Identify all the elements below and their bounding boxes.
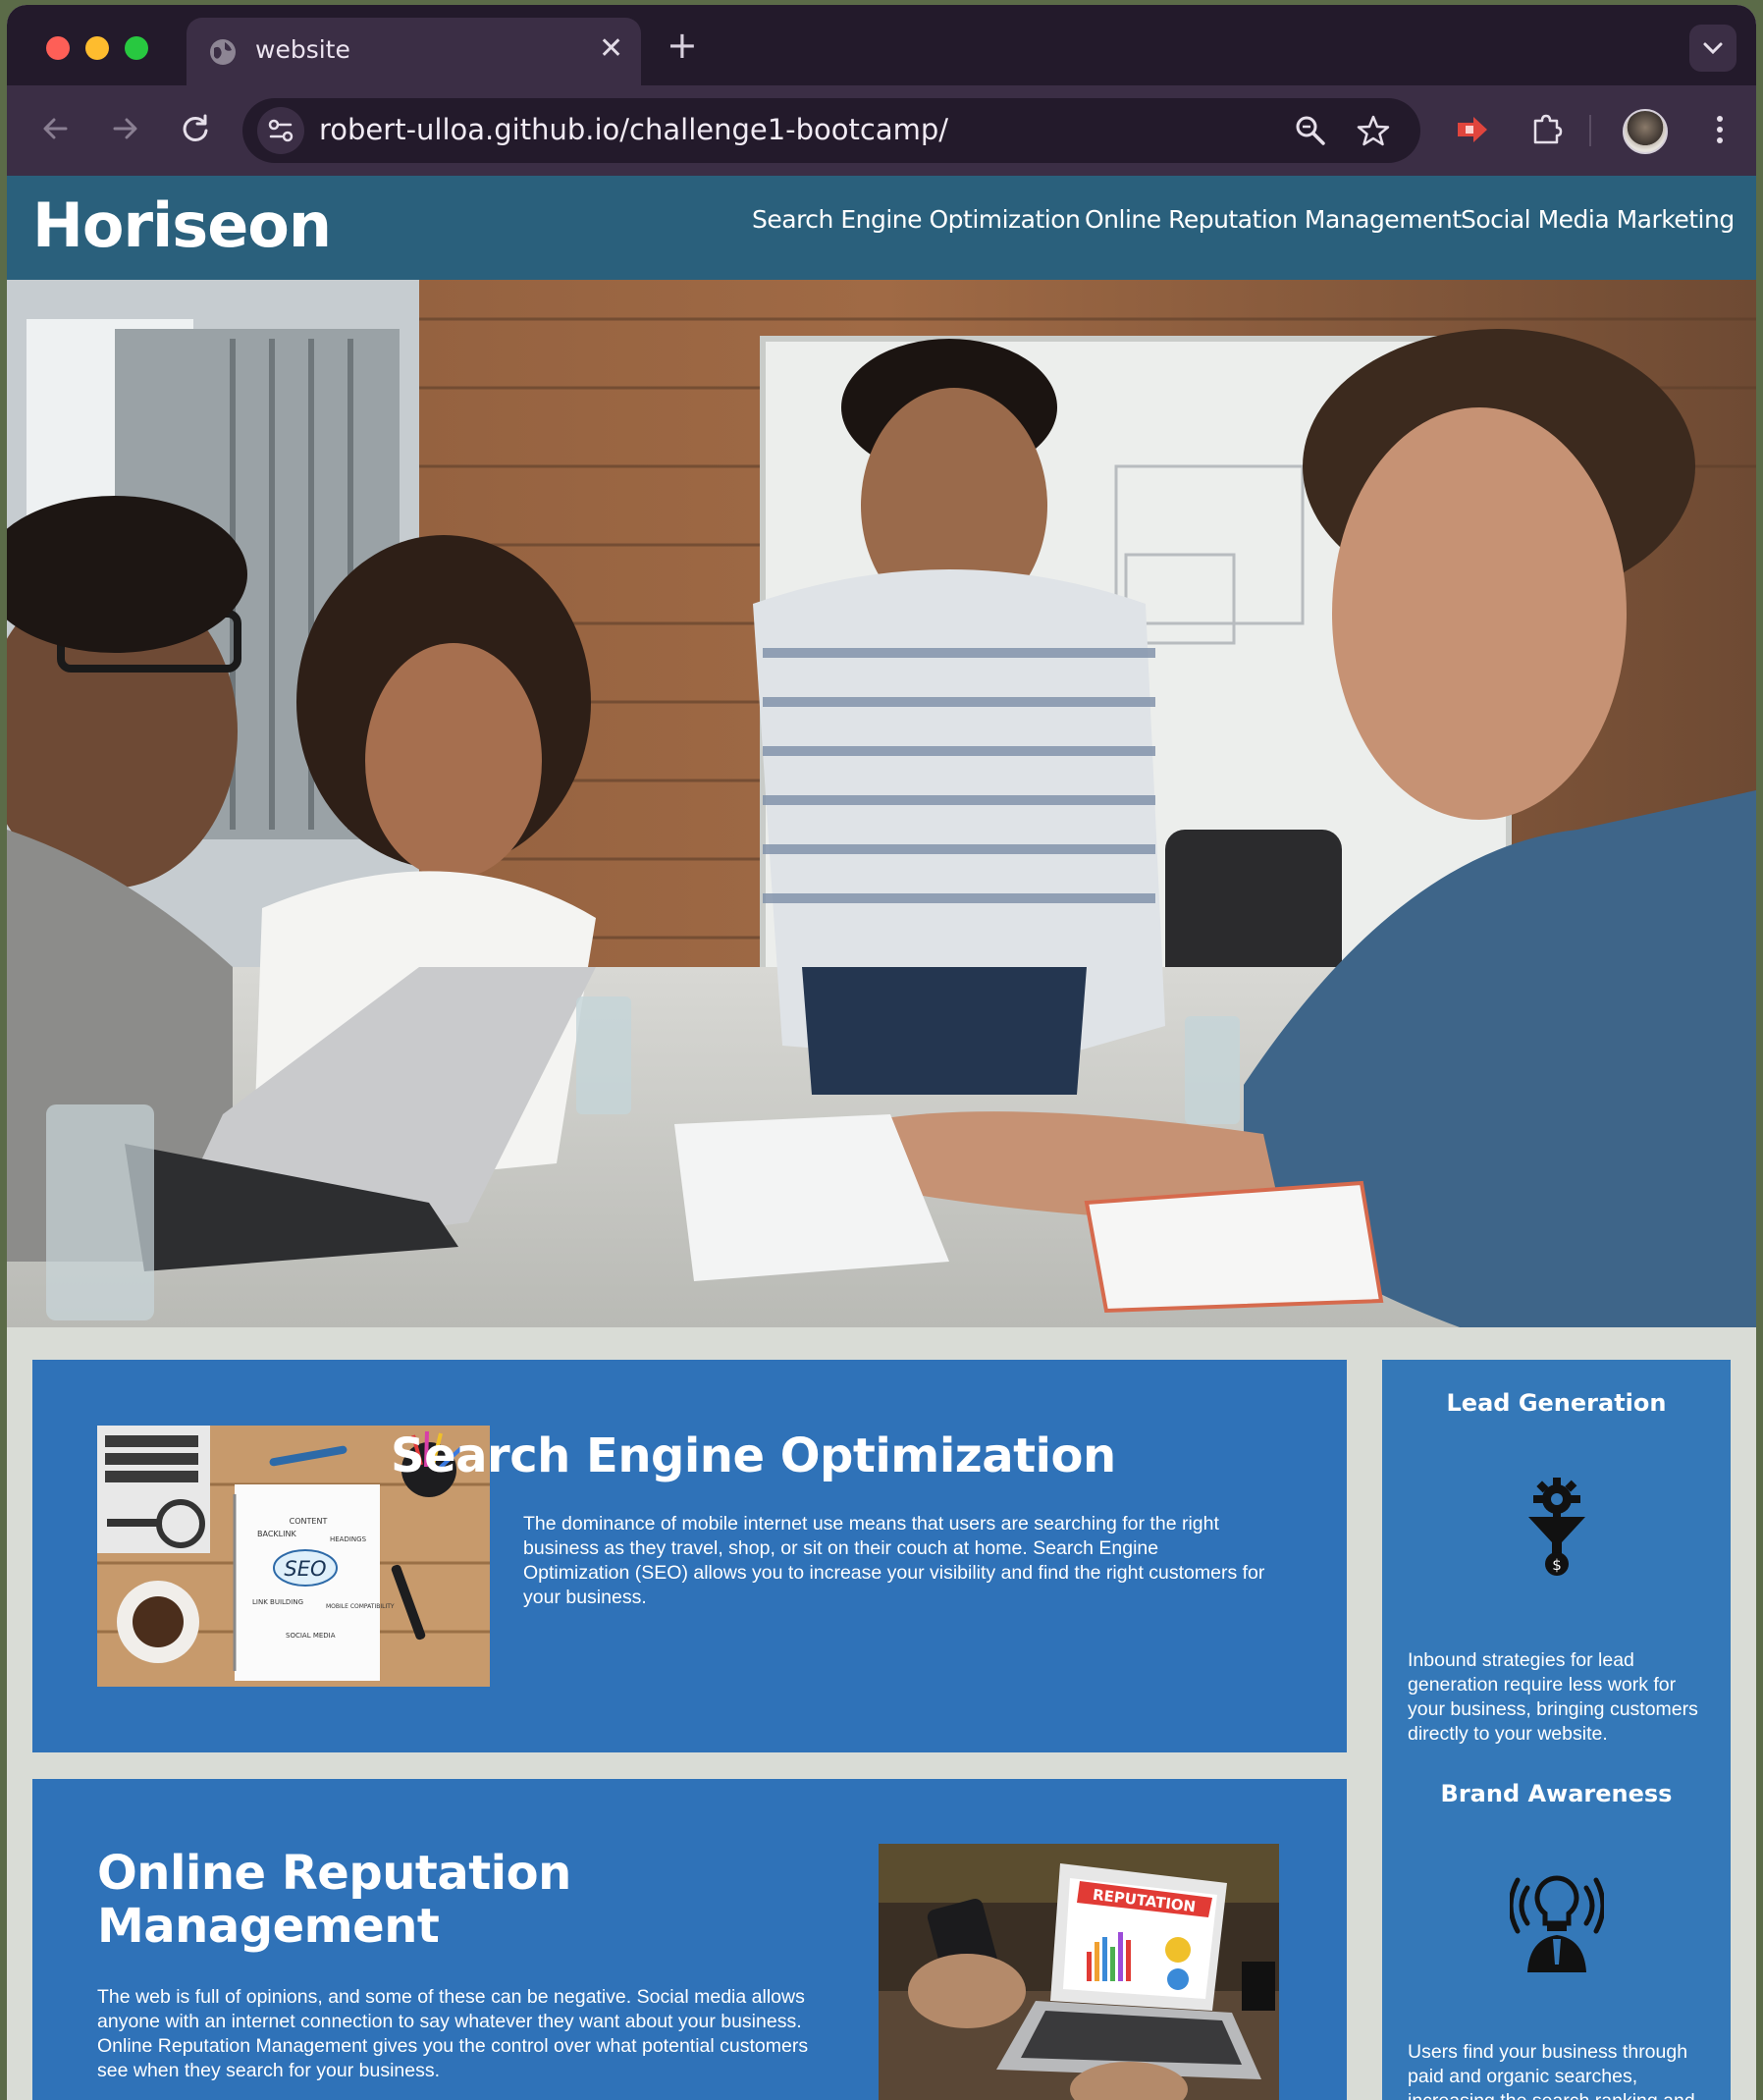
orm-title-line2: Management [97,1899,440,1954]
lead-generation-title: Lead Generation [1446,1389,1667,1417]
browser-window: website ✕ + robert-ulloa.github.io/chall… [7,5,1756,2100]
url-text[interactable]: robert-ulloa.github.io/challenge1-bootca… [319,113,948,146]
tab-bar: website ✕ + [7,5,1756,85]
back-icon[interactable] [36,109,76,148]
seo-img-word: BACKLINK [257,1530,296,1538]
site-logo[interactable]: Horiseon [32,189,332,261]
browser-toolbar: robert-ulloa.github.io/challenge1-bootca… [7,85,1756,176]
toolbar-divider [1589,115,1591,146]
seo-section: CONTENT BACKLINK HEADINGS SEO LINK BUILD… [32,1360,1347,1752]
svg-text:$: $ [1552,1556,1562,1574]
site-info-icon[interactable] [257,107,304,154]
seo-img-word: MOBILE COMPATIBILITY [326,1603,395,1610]
profile-avatar[interactable] [1623,109,1668,154]
forward-icon[interactable] [105,109,144,148]
orm-body: The web is full of opinions, and some of… [97,1986,809,2081]
sidebar: Lead Generation $ Inbound strategies for… [1382,1360,1731,2100]
hero-image [7,280,1756,1327]
seo-img-word: CONTENT [290,1517,328,1526]
new-tab-button[interactable]: + [667,27,698,64]
address-bar[interactable]: robert-ulloa.github.io/challenge1-bootca… [242,98,1420,163]
extensions-puzzle-icon[interactable] [1527,111,1565,148]
seo-img-word: HEADINGS [330,1535,367,1543]
seo-img-word: SEO [284,1557,326,1581]
tab-close-icon[interactable]: ✕ [599,31,623,66]
close-window-button[interactable] [46,36,70,60]
globe-icon [210,39,236,65]
orm-title-line1: Online Reputation [97,1846,571,1901]
seo-img-word: LINK BUILDING [252,1598,303,1606]
reload-icon[interactable] [176,109,215,148]
nav-link-smm[interactable]: Social Media Marketing [1461,205,1735,234]
brand-awareness-body: Users find your business through paid an… [1408,2041,1695,2100]
nav-link-orm[interactable]: Online Reputation Management [1085,205,1462,234]
lead-generation-body: Inbound strategies for lead generation r… [1408,1649,1698,1745]
seo-title: Search Engine Optimization [391,1428,1116,1483]
maximize-window-button[interactable] [125,36,148,60]
bookmark-star-icon[interactable] [1356,113,1391,148]
brand-lightbulb-icon [1510,1875,1604,1972]
browser-tab[interactable]: website ✕ [187,18,641,85]
menu-dots-icon[interactable] [1701,111,1738,148]
tab-dropdown-icon[interactable] [1689,25,1736,72]
lead-funnel-icon: $ [1528,1478,1585,1576]
seo-body: The dominance of mobile internet use mea… [523,1513,1265,1608]
seo-img-word: SOCIAL MEDIA [286,1632,336,1640]
orm-section: Online Reputation Management The web is … [32,1779,1347,2100]
tab-title: website [255,35,350,64]
reputation-image: REPUTATION [879,1844,1279,2100]
zoom-icon[interactable] [1293,113,1328,148]
nav-link-seo[interactable]: Search Engine Optimization [752,205,1081,234]
brand-awareness-title: Brand Awareness [1440,1780,1673,1807]
extension-arrow-icon[interactable] [1454,111,1491,148]
site-header: Horiseon Search Engine Optimization Onli… [7,176,1756,280]
minimize-window-button[interactable] [85,36,109,60]
